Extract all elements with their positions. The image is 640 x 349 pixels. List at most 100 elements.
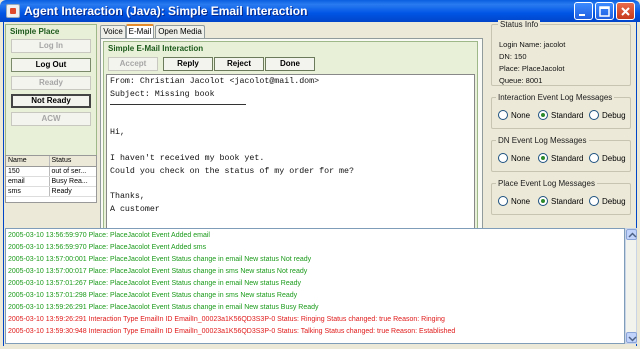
acw-button[interactable]: ACW — [11, 112, 91, 126]
radio-label: Standard — [551, 153, 584, 163]
radio-selected-icon — [538, 196, 548, 206]
log-scrollbar[interactable] — [625, 228, 637, 344]
tab-email[interactable]: E-Mail — [126, 24, 154, 39]
radio-none[interactable]: None — [498, 110, 530, 120]
radio-none[interactable]: None — [498, 153, 530, 163]
place-label: Place: PlaceJacolot — [499, 64, 565, 73]
simple-place-title: Simple Place — [10, 27, 60, 36]
radio-debug[interactable]: Debug — [589, 196, 626, 206]
maximize-icon — [599, 6, 610, 17]
table-row[interactable]: email Busy Rea... — [6, 177, 96, 187]
table-cell: out of ser... — [51, 168, 87, 175]
place-log-title: Place Event Log Messages — [496, 179, 597, 188]
table-row[interactable]: sms Ready — [6, 187, 96, 197]
radio-debug[interactable]: Debug — [589, 153, 626, 163]
radio-debug[interactable]: Debug — [589, 110, 626, 120]
radio-icon — [589, 153, 599, 163]
email-body-line: A customer — [110, 205, 160, 214]
email-divider — [110, 104, 246, 105]
email-body-line: Hi, — [110, 128, 125, 137]
log-in-button[interactable]: Log In — [11, 39, 91, 53]
radio-icon — [498, 153, 508, 163]
ready-button[interactable]: Ready — [11, 76, 91, 90]
email-body[interactable]: From: Christian Jacolot <jacolot@mail.do… — [106, 74, 475, 241]
email-body-line: Thanks, — [110, 192, 145, 201]
log-line: 2005-03-10 13:56:59:970 Place: PlaceJaco… — [8, 232, 210, 239]
email-interaction-panel: Simple E-Mail Interaction Accept Reply R… — [103, 41, 478, 244]
reply-button[interactable]: Reply — [163, 57, 213, 71]
email-tab-content: Simple E-Mail Interaction Accept Reply R… — [100, 38, 483, 246]
radio-icon — [498, 196, 508, 206]
radio-icon — [589, 196, 599, 206]
table-cell: sms — [6, 187, 50, 196]
status-info-title: Status Info — [498, 20, 541, 29]
email-from-line: From: Christian Jacolot <jacolot@mail.do… — [110, 77, 320, 86]
dn-log-title: DN Event Log Messages — [496, 136, 589, 145]
log-line: 2005-03-10 13:59:26:291 Interaction Type… — [8, 316, 445, 323]
log-out-button[interactable]: Log Out — [11, 58, 91, 72]
window-title: Agent Interaction (Java): Simple Email I… — [24, 4, 308, 18]
maximize-button[interactable] — [595, 2, 614, 20]
not-ready-button[interactable]: Not Ready — [11, 94, 91, 108]
close-icon — [621, 7, 630, 16]
table-header: Name Status — [6, 156, 96, 167]
table-cell: email — [6, 177, 50, 186]
close-button[interactable] — [616, 2, 635, 20]
dn-label: DN: 150 — [499, 52, 527, 61]
radio-label: Debug — [602, 153, 626, 163]
title-bar[interactable]: Agent Interaction (Java): Simple Email I… — [0, 0, 640, 22]
chevron-up-icon — [628, 232, 637, 238]
radio-standard[interactable]: Standard — [538, 196, 583, 206]
radio-icon — [589, 110, 599, 120]
radio-label: None — [511, 110, 531, 120]
app-icon — [6, 4, 20, 18]
table-row[interactable]: 150 out of ser... — [6, 167, 96, 177]
done-button[interactable]: Done — [265, 57, 315, 71]
window-body: Simple Place Log In Log Out Ready Not Re… — [3, 20, 637, 346]
log-line: 2005-03-10 13:57:00:017 Place: PlaceJaco… — [8, 268, 308, 275]
event-log[interactable]: 2005-03-10 13:56:59:970 Place: PlaceJaco… — [5, 228, 625, 344]
radio-selected-icon — [538, 110, 548, 120]
radio-label: Debug — [602, 110, 626, 120]
accept-button[interactable]: Accept — [108, 57, 158, 71]
log-line: 2005-03-10 13:56:59:970 Place: PlaceJaco… — [8, 244, 207, 251]
radio-selected-icon — [538, 153, 548, 163]
minimize-icon — [579, 14, 585, 16]
scroll-down-button[interactable] — [626, 332, 637, 343]
radio-label: None — [511, 153, 531, 163]
column-header-name[interactable]: Name — [6, 156, 50, 166]
log-line: 2005-03-10 13:57:00:001 Place: PlaceJaco… — [8, 256, 312, 263]
login-name-label: Login Name: jacolot — [499, 40, 566, 49]
queue-label: Queue: 8001 — [499, 76, 543, 85]
email-subject-line: Subject: Missing book — [110, 90, 215, 99]
radio-label: Debug — [602, 196, 626, 206]
status-info-panel: Status Info Login Name: jacolot DN: 150 … — [491, 20, 631, 86]
media-status-table: Name Status 150 out of ser... email Busy… — [5, 155, 97, 203]
place-log-group: Place Event Log Messages None Standard D… — [491, 179, 631, 215]
interaction-log-title: Interaction Event Log Messages — [496, 93, 615, 102]
radio-standard[interactable]: Standard — [538, 110, 583, 120]
radio-icon — [498, 110, 508, 120]
radio-label: None — [511, 196, 531, 206]
log-line: 2005-03-10 13:59:30:948 Interaction Type… — [8, 328, 456, 335]
dn-log-group: DN Event Log Messages None Standard Debu… — [491, 136, 631, 172]
log-line: 2005-03-10 13:57:01:298 Place: PlaceJaco… — [8, 292, 298, 299]
log-line: 2005-03-10 13:57:01:267 Place: PlaceJaco… — [8, 280, 302, 287]
radio-standard[interactable]: Standard — [538, 153, 583, 163]
interaction-log-group: Interaction Event Log Messages None Stan… — [491, 93, 631, 129]
tab-voice[interactable]: Voice — [100, 25, 126, 38]
table-cell: 150 — [6, 167, 50, 176]
table-cell: Busy Rea... — [51, 178, 88, 185]
column-header-status[interactable]: Status — [50, 156, 96, 166]
email-body-line: I haven't received my book yet. — [110, 154, 265, 163]
scroll-up-button[interactable] — [626, 229, 637, 240]
radio-label: Standard — [551, 196, 584, 206]
radio-none[interactable]: None — [498, 196, 530, 206]
chevron-down-icon — [628, 336, 637, 342]
table-cell: Ready — [51, 188, 72, 195]
minimize-button[interactable] — [574, 2, 593, 20]
reject-button[interactable]: Reject — [214, 57, 264, 71]
email-body-line: Could you check on the status of my orde… — [110, 167, 354, 176]
tab-open-media[interactable]: Open Media — [155, 25, 205, 38]
email-panel-title: Simple E-Mail Interaction — [108, 44, 204, 53]
